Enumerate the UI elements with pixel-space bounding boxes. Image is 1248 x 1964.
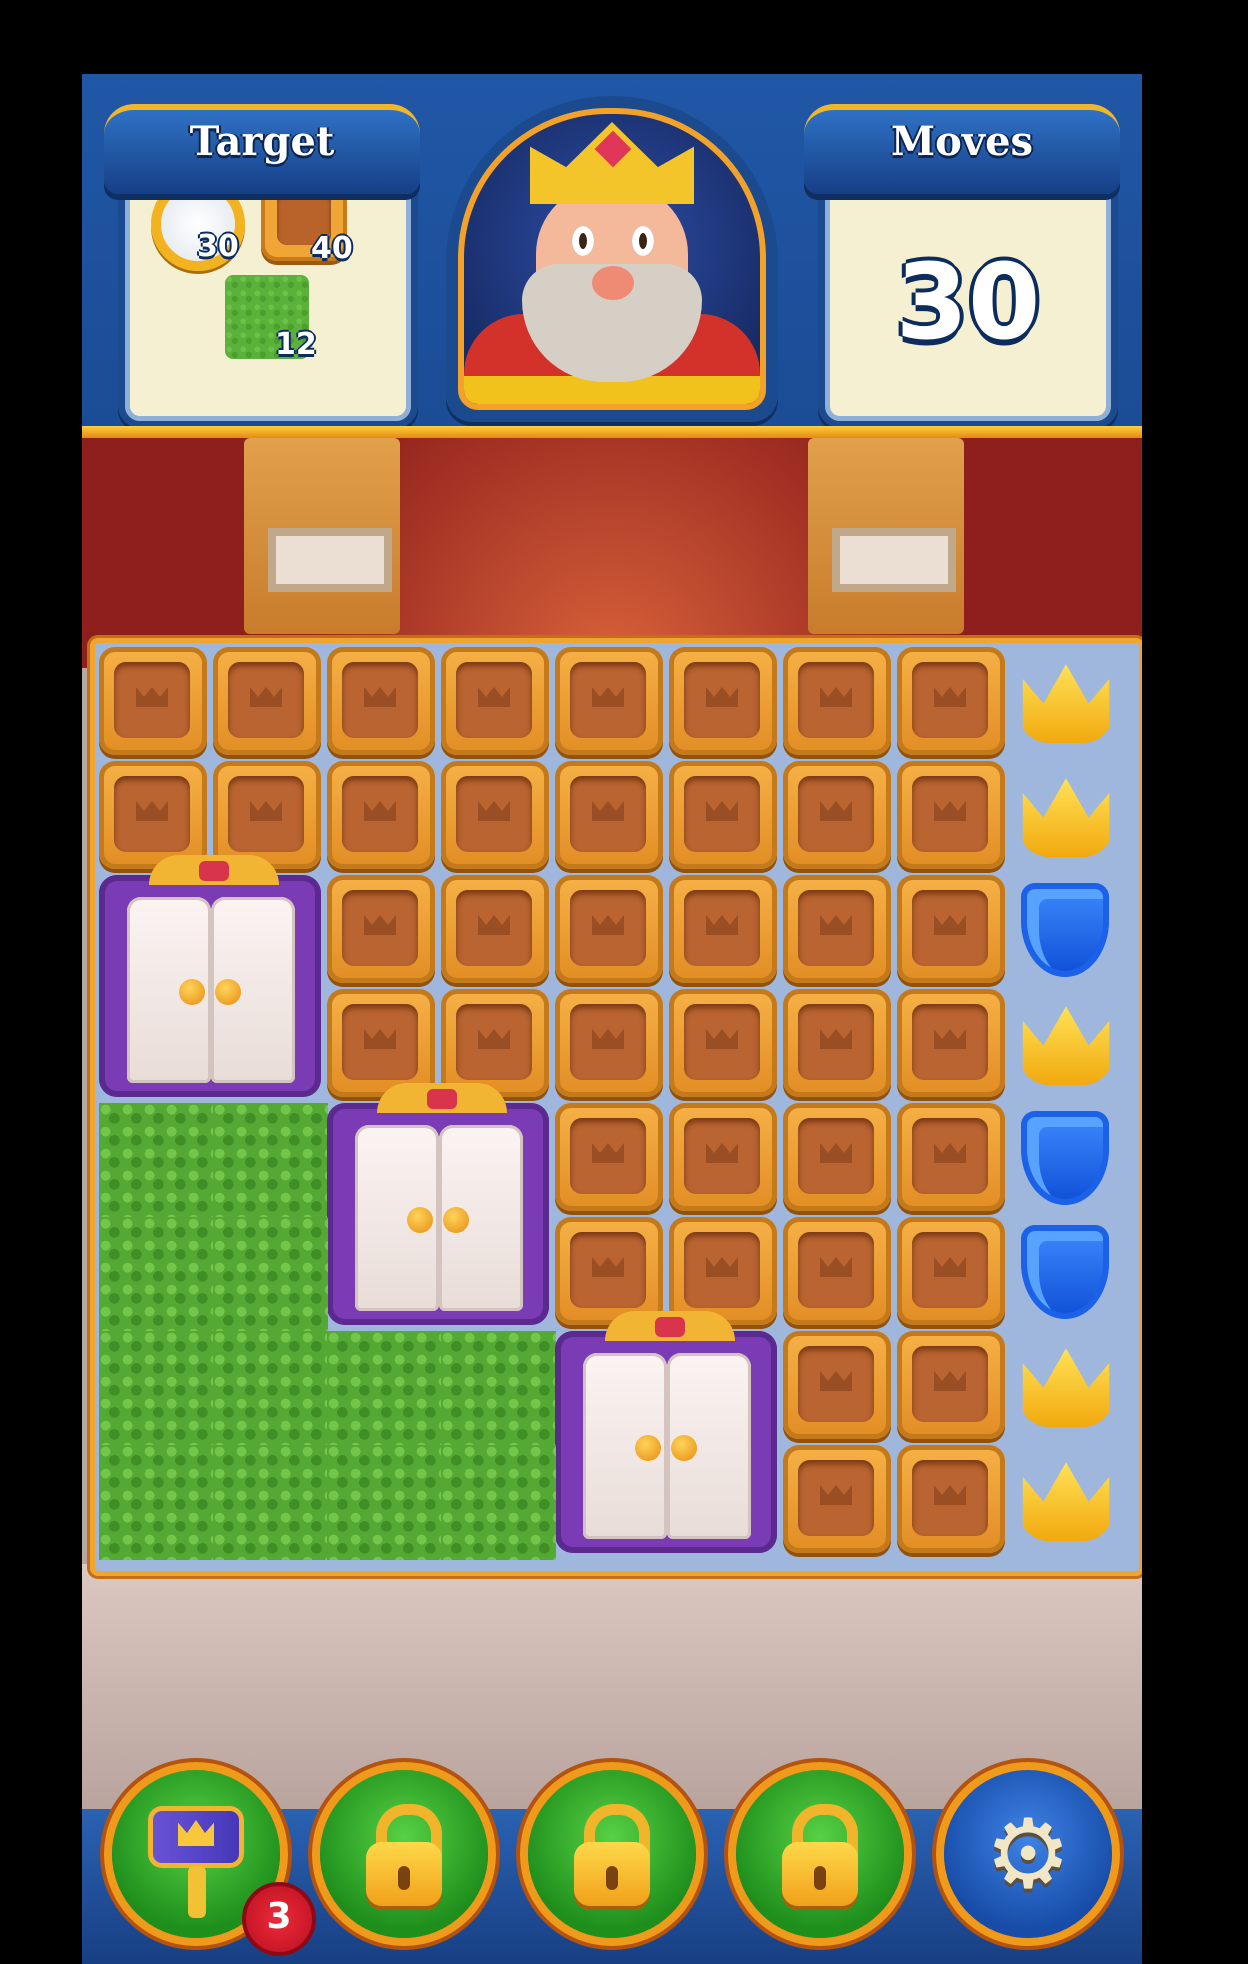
- crate-tile[interactable]: [213, 761, 321, 869]
- crate-tile[interactable]: [897, 875, 1005, 983]
- moves-banner: Moves: [804, 104, 1120, 194]
- crate-tile[interactable]: [669, 989, 777, 1097]
- crate-tile[interactable]: [555, 647, 663, 755]
- door-blocker[interactable]: [327, 1083, 549, 1325]
- crate-tile[interactable]: [669, 875, 777, 983]
- crate-tile[interactable]: [441, 989, 549, 1097]
- grass-tile[interactable]: [441, 1445, 556, 1560]
- locked-booster-button-3[interactable]: [736, 1770, 904, 1938]
- moves-panel-body: 30: [818, 164, 1118, 428]
- king-portrait: [446, 96, 778, 422]
- settings-button[interactable]: ⚙: [944, 1770, 1112, 1938]
- crate-tile[interactable]: [669, 1217, 777, 1325]
- game-board[interactable]: [90, 638, 1142, 1576]
- grass-tile[interactable]: [327, 1445, 442, 1560]
- door-blocker[interactable]: [99, 855, 321, 1097]
- crate-tile[interactable]: [327, 989, 435, 1097]
- hammer-count-badge: 3: [242, 1882, 316, 1956]
- grass-tile[interactable]: [99, 1445, 214, 1560]
- crate-tile[interactable]: [555, 761, 663, 869]
- grass-tile[interactable]: [213, 1331, 328, 1446]
- game-screen: 30 40 12 Target 30 Moves 3 ⚙: [82, 74, 1142, 1964]
- goal-grass-count: 12: [275, 327, 317, 362]
- moves-panel: 30 Moves: [804, 104, 1120, 428]
- grass-tile[interactable]: [441, 1331, 556, 1446]
- king-avatar: [458, 108, 766, 410]
- crate-tile[interactable]: [441, 761, 549, 869]
- crate-tile[interactable]: [213, 647, 321, 755]
- shield-piece[interactable]: [1021, 1111, 1109, 1205]
- crate-tile[interactable]: [897, 647, 1005, 755]
- crate-tile[interactable]: [441, 647, 549, 755]
- shield-piece[interactable]: [1021, 883, 1109, 977]
- pillar-right: [808, 438, 964, 634]
- crate-tile[interactable]: [783, 761, 891, 869]
- crate-tile[interactable]: [99, 647, 207, 755]
- crate-tile[interactable]: [783, 875, 891, 983]
- grass-tile[interactable]: [99, 1331, 214, 1446]
- target-panel: 30 40 12 Target: [104, 104, 420, 428]
- crown-piece[interactable]: [1022, 1348, 1110, 1427]
- crate-tile[interactable]: [669, 647, 777, 755]
- door-blocker[interactable]: [555, 1311, 777, 1553]
- crate-tile[interactable]: [783, 1103, 891, 1211]
- grass-tile[interactable]: [213, 1445, 328, 1560]
- crown-piece[interactable]: [1022, 1006, 1110, 1085]
- crate-tile[interactable]: [897, 1445, 1005, 1553]
- crown-piece[interactable]: [1022, 664, 1110, 743]
- crate-tile[interactable]: [555, 1103, 663, 1211]
- crate-tile[interactable]: [669, 761, 777, 869]
- grass-tile[interactable]: [327, 1331, 442, 1446]
- grass-tile[interactable]: [99, 1217, 214, 1332]
- crate-tile[interactable]: [897, 1331, 1005, 1439]
- crate-tile[interactable]: [783, 1217, 891, 1325]
- moves-title: Moves: [890, 118, 1034, 165]
- crown-piece[interactable]: [1022, 778, 1110, 857]
- crate-tile[interactable]: [441, 875, 549, 983]
- target-panel-body: 30 40 12: [118, 164, 418, 428]
- crate-tile[interactable]: [327, 875, 435, 983]
- goal-ring-count: 30: [197, 229, 239, 264]
- header: 30 40 12 Target 30 Moves: [82, 74, 1142, 438]
- shield-piece[interactable]: [1021, 1225, 1109, 1319]
- crate-tile[interactable]: [327, 761, 435, 869]
- crate-tile[interactable]: [99, 761, 207, 869]
- crate-tile[interactable]: [783, 1331, 891, 1439]
- crown-piece[interactable]: [1022, 1462, 1110, 1541]
- grass-tile[interactable]: [213, 1217, 328, 1332]
- target-title: Target: [189, 118, 335, 165]
- grass-tile[interactable]: [213, 1103, 328, 1218]
- locked-booster-button-2[interactable]: [528, 1770, 696, 1938]
- crate-tile[interactable]: [783, 989, 891, 1097]
- crate-tile[interactable]: [555, 875, 663, 983]
- locked-booster-button-1[interactable]: [320, 1770, 488, 1938]
- goal-grass: 12: [225, 275, 317, 362]
- crate-tile[interactable]: [555, 1217, 663, 1325]
- crate-tile[interactable]: [897, 989, 1005, 1097]
- crate-tile[interactable]: [897, 1103, 1005, 1211]
- pillar-left: [244, 438, 400, 634]
- target-banner: Target: [104, 104, 420, 194]
- goal-crate-count: 40: [311, 231, 353, 266]
- crate-tile[interactable]: [555, 989, 663, 1097]
- crate-tile[interactable]: [669, 1103, 777, 1211]
- crate-tile[interactable]: [327, 647, 435, 755]
- hammer-icon: [148, 1806, 244, 1868]
- crate-tile[interactable]: [783, 1445, 891, 1553]
- crate-tile[interactable]: [783, 647, 891, 755]
- grass-tile[interactable]: [99, 1103, 214, 1218]
- crate-tile[interactable]: [897, 1217, 1005, 1325]
- moves-counter: 30: [895, 241, 1041, 363]
- gear-icon: ⚙: [984, 1798, 1072, 1910]
- room-background: [82, 438, 1142, 668]
- crate-tile[interactable]: [897, 761, 1005, 869]
